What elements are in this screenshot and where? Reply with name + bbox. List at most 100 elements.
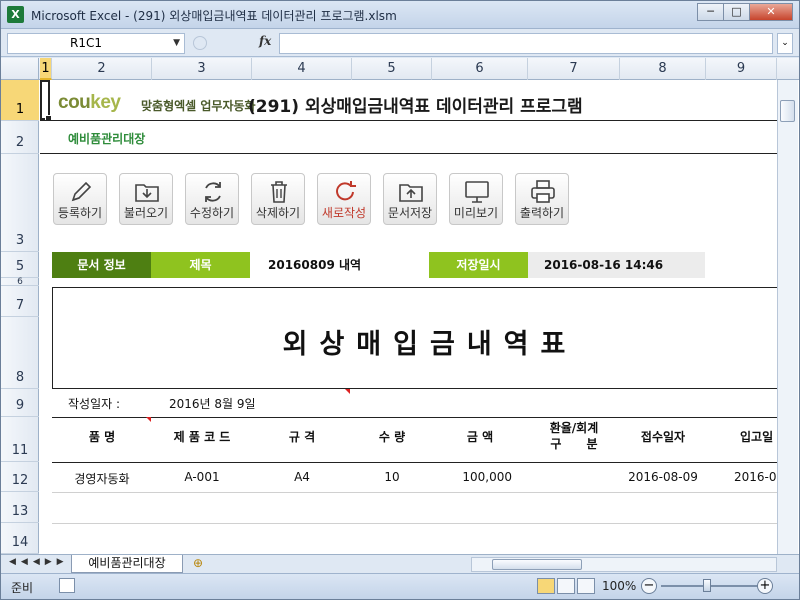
close-button[interactable]: ✕ xyxy=(749,3,793,21)
expand-formula-bar-button[interactable]: ⌄ xyxy=(777,33,793,54)
refresh-icon xyxy=(205,182,221,202)
zoom-slider-thumb[interactable] xyxy=(703,579,711,592)
saved-value: 2016-08-16 14:46 xyxy=(528,252,705,278)
sheet-tab-bar: ◀◀◀▶▶ 예비품관리대장 ⊕ xyxy=(1,554,799,573)
column-header[interactable]: 5 xyxy=(352,58,432,80)
divider xyxy=(40,120,780,121)
row-header[interactable]: 12 xyxy=(1,462,39,492)
maximize-button[interactable]: □ xyxy=(723,3,750,21)
saved-label: 저장일시 xyxy=(429,252,528,278)
cell-amount[interactable]: 100,000 xyxy=(432,470,528,484)
worksheet-grid: 1 2 3 4 5 6 7 8 9 1 2 3 5 6 7 8 9 11 12 … xyxy=(1,58,799,554)
comment-indicator[interactable] xyxy=(345,389,350,394)
minimize-button[interactable]: ─ xyxy=(697,3,724,21)
row-header[interactable]: 2 xyxy=(1,121,39,154)
formula-input[interactable] xyxy=(279,33,773,54)
title-bar: X Microsoft Excel - (291) 외상매입금내역표 데이터관리… xyxy=(1,1,799,29)
sheet-content: coukey 맞춤형엑셀 업무자동화 (291) 외상매입금내역표 데이터관리 … xyxy=(40,80,799,554)
folder-download-icon xyxy=(135,184,159,202)
view-buttons xyxy=(537,578,597,594)
load-button[interactable]: 불러오기 xyxy=(119,173,173,225)
vertical-scrollbar[interactable] xyxy=(777,80,798,554)
cell-product-code[interactable]: A-001 xyxy=(152,470,252,484)
insert-function-icon[interactable]: fx xyxy=(259,34,271,48)
row-header[interactable]: 7 xyxy=(1,286,39,317)
zoom-slider[interactable] xyxy=(661,585,761,587)
print-button[interactable]: 출력하기 xyxy=(515,173,569,225)
pencil-icon xyxy=(71,181,92,202)
row-header[interactable]: 1 xyxy=(1,80,39,121)
column-header[interactable]: 6 xyxy=(432,58,528,80)
date-value[interactable]: 2016년 8월 9일 xyxy=(169,395,256,412)
page-break-view-button[interactable] xyxy=(577,578,595,594)
column-header[interactable]: 3 xyxy=(152,58,252,80)
formula-handle-icon[interactable] xyxy=(193,36,207,50)
subject-label: 제목 xyxy=(151,252,250,278)
tab-sheet-active[interactable]: 예비품관리대장 xyxy=(71,555,183,573)
preview-button[interactable]: 미리보기 xyxy=(449,173,503,225)
zoom-level[interactable]: 100% xyxy=(602,579,636,593)
row-divider xyxy=(52,523,792,524)
delete-button[interactable]: 삭제하기 xyxy=(251,173,305,225)
macro-record-icon[interactable] xyxy=(59,578,75,593)
window-title: Microsoft Excel - (291) 외상매입금내역표 데이터관리 프… xyxy=(31,9,397,23)
normal-view-button[interactable] xyxy=(537,578,555,594)
status-ready-text: 준비 xyxy=(11,581,34,595)
page-layout-view-button[interactable] xyxy=(557,578,575,594)
row-header[interactable]: 13 xyxy=(1,492,39,523)
insert-sheet-icon[interactable]: ⊕ xyxy=(187,556,209,572)
zoom-out-button[interactable]: − xyxy=(641,578,657,594)
tab-navigation-arrows[interactable]: ◀◀◀▶▶ xyxy=(9,557,69,567)
row-header[interactable]: 9 xyxy=(1,389,39,417)
cell-spec[interactable]: A4 xyxy=(252,470,352,484)
column-header[interactable]: 9 xyxy=(706,58,777,80)
name-box[interactable]: R1C1 ▼ xyxy=(7,33,185,54)
button-label: 출력하기 xyxy=(519,206,565,220)
row-header[interactable]: 8 xyxy=(1,317,39,389)
formula-tools: fx xyxy=(191,33,277,54)
excel-app-icon[interactable]: X xyxy=(7,6,24,23)
column-header[interactable]: 2 xyxy=(52,58,152,80)
table-top-border xyxy=(52,417,792,418)
save-document-button[interactable]: 문서저장 xyxy=(383,173,437,225)
row-header[interactable]: 3 xyxy=(1,154,39,252)
header-exchange-category: 환율/회계 구 분 xyxy=(549,421,599,451)
active-cell[interactable] xyxy=(40,80,52,122)
column-header[interactable]: 1 xyxy=(40,58,52,80)
register-button[interactable]: 등록하기 xyxy=(53,173,107,225)
row-header[interactable]: 6 xyxy=(1,277,39,287)
button-label: 새로작성 xyxy=(321,206,367,220)
button-label: 미리보기 xyxy=(453,206,499,220)
cell-product-name[interactable]: 경영자동화 xyxy=(52,470,152,487)
column-header[interactable]: 7 xyxy=(528,58,620,80)
horizontal-scroll-thumb[interactable] xyxy=(492,559,582,570)
header-product-name: 품 명 xyxy=(88,430,116,444)
row-header[interactable]: 14 xyxy=(1,523,39,554)
sheet-title: 예비품관리대장 xyxy=(68,132,146,146)
select-all-corner[interactable] xyxy=(1,58,39,80)
column-header[interactable]: 8 xyxy=(620,58,706,80)
header-bottom-border xyxy=(52,462,792,463)
program-title: (291) 외상매입금내역표 데이터관리 프로그램 xyxy=(248,97,583,117)
cell-receipt-date[interactable]: 2016-08-09 xyxy=(620,470,706,484)
chevron-down-icon[interactable]: ▼ xyxy=(173,34,180,53)
subject-value[interactable]: 20160809 내역 xyxy=(262,252,422,278)
new-document-button[interactable]: 새로작성 xyxy=(317,173,371,225)
header-product-code: 제 품 코 드 xyxy=(173,430,231,444)
comment-indicator[interactable] xyxy=(146,417,151,422)
column-headers: 1 2 3 4 5 6 7 8 9 xyxy=(1,58,799,80)
row-header[interactable]: 11 xyxy=(1,417,39,462)
cell-quantity[interactable]: 10 xyxy=(352,470,432,484)
header-amount: 금 액 xyxy=(466,430,494,444)
button-label: 삭제하기 xyxy=(255,206,301,220)
formula-bar: R1C1 ▼ fx ⌄ xyxy=(1,30,799,57)
vertical-scroll-thumb[interactable] xyxy=(780,100,795,122)
doc-info-label: 문서 정보 xyxy=(52,252,151,278)
horizontal-scrollbar[interactable] xyxy=(471,557,777,572)
edit-button[interactable]: 수정하기 xyxy=(185,173,239,225)
column-header[interactable]: 4 xyxy=(252,58,352,80)
zoom-in-button[interactable]: + xyxy=(757,578,773,594)
row-header[interactable]: 5 xyxy=(1,252,39,278)
trash-icon xyxy=(271,181,287,203)
coukey-logo: coukey xyxy=(58,92,121,113)
